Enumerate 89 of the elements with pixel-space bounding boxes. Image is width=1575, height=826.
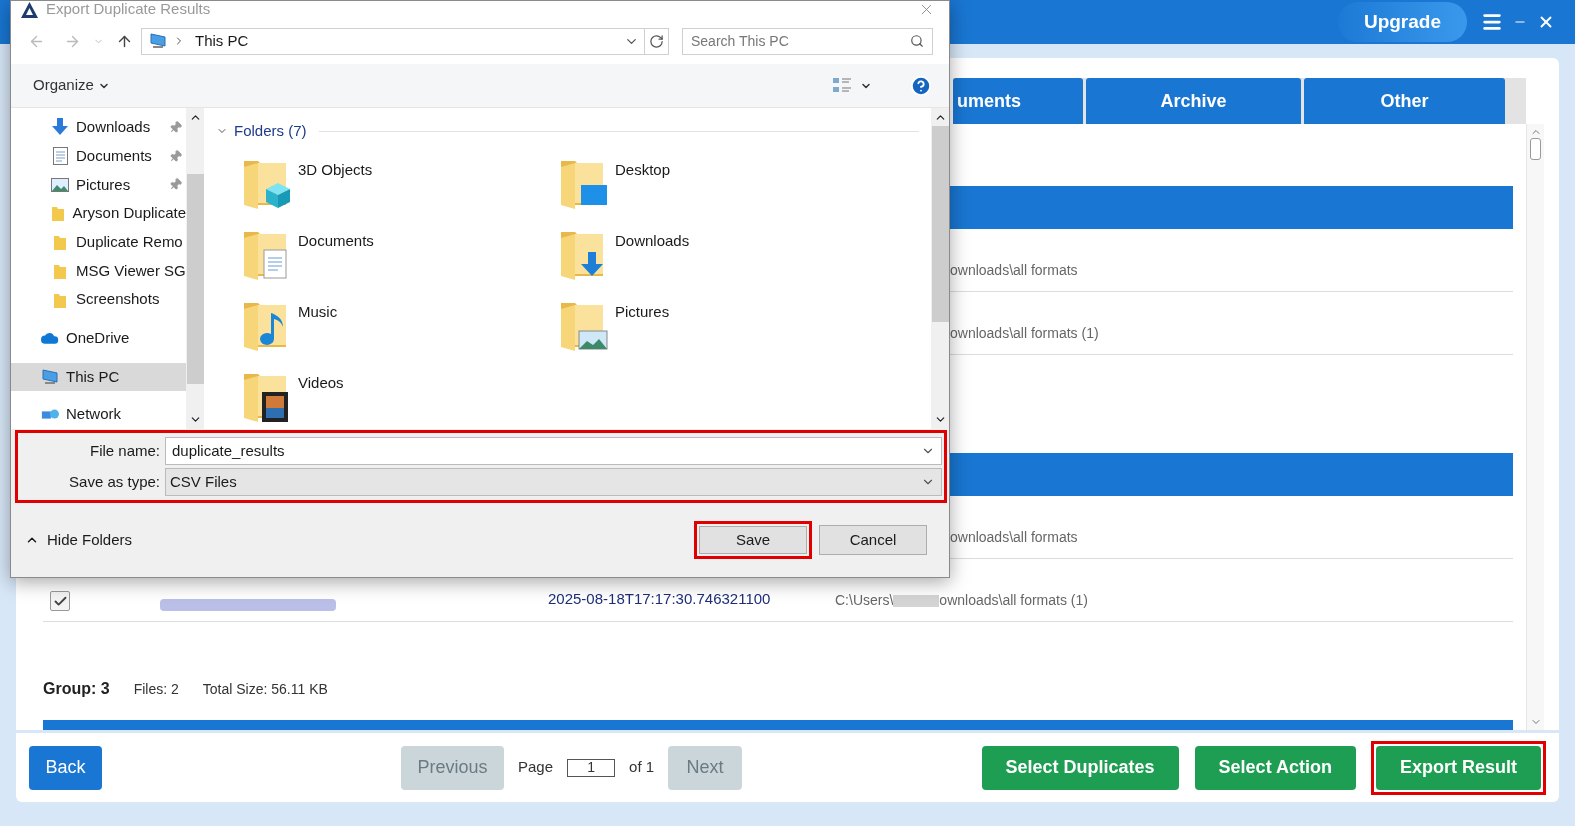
nav-item[interactable]: Screenshots bbox=[11, 285, 186, 314]
scrollbar-thumb[interactable] bbox=[931, 126, 949, 322]
page-label: Page bbox=[518, 757, 554, 778]
path-text: ownloads\all formats bbox=[950, 528, 1078, 547]
address-text: This PC bbox=[195, 30, 249, 51]
folder-name: Desktop bbox=[615, 159, 671, 180]
folder-item[interactable]: Desktop bbox=[559, 154, 671, 209]
nav-item[interactable]: Aryson Duplicate bbox=[11, 199, 186, 228]
folder-item[interactable]: Documents bbox=[242, 225, 374, 280]
folder-name: Videos bbox=[298, 372, 344, 393]
path-prefix: C:\Users\ bbox=[835, 591, 894, 610]
computer-icon bbox=[41, 368, 59, 385]
folder-icon bbox=[54, 262, 66, 279]
menu-icon[interactable] bbox=[1481, 11, 1503, 33]
nav-item[interactable]: Documents bbox=[11, 141, 186, 171]
download-arrow-icon bbox=[52, 118, 68, 137]
field-value: CSV Files bbox=[170, 471, 238, 492]
path-text: ownloads\all formats (1) bbox=[950, 324, 1099, 343]
nav-label: Screenshots bbox=[76, 289, 160, 310]
folder-item[interactable]: Downloads bbox=[559, 225, 690, 280]
search-icon bbox=[910, 34, 924, 48]
nav-label: This PC bbox=[66, 366, 120, 387]
nav-label: MSG Viewer SG bbox=[76, 260, 186, 281]
nav-label: Pictures bbox=[76, 174, 131, 195]
content-scrollbar[interactable] bbox=[931, 108, 949, 429]
dialog-button[interactable]: Save bbox=[694, 521, 812, 559]
nav-item[interactable]: Pictures bbox=[11, 170, 186, 200]
field-label: File name: bbox=[88, 440, 161, 461]
back-button[interactable]: Back bbox=[29, 745, 102, 790]
folder-icon bbox=[52, 205, 65, 222]
nav-item[interactable]: MSG Viewer SG bbox=[11, 256, 186, 286]
folder-name: Music bbox=[298, 301, 338, 322]
address-bar[interactable]: This PC bbox=[141, 27, 669, 55]
field-value: duplicate_results bbox=[172, 440, 286, 461]
path-text: ownloads\all formats (1) bbox=[939, 591, 1088, 610]
cloud-icon bbox=[41, 331, 59, 346]
row-checkbox[interactable] bbox=[50, 591, 70, 611]
group-total-size: Total Size: 56.11 KB bbox=[202, 679, 328, 699]
dialog-button[interactable]: Cancel bbox=[819, 525, 927, 555]
category-tab[interactable]: Archive bbox=[1086, 78, 1301, 124]
folder-name: Downloads bbox=[615, 230, 690, 251]
hide-folders-button[interactable]: Hide Folders bbox=[25, 528, 133, 552]
picture-icon bbox=[51, 177, 69, 192]
category-tab[interactable]: Other bbox=[1304, 78, 1505, 124]
page-total: of 1 bbox=[629, 757, 655, 778]
folder-name: 3D Objects bbox=[298, 159, 373, 180]
folder-item[interactable]: Pictures bbox=[559, 296, 670, 351]
page-number-field[interactable]: 1 bbox=[567, 758, 616, 777]
dialog-title: Export Duplicate Results bbox=[46, 0, 211, 20]
organize-button[interactable]: Organize bbox=[33, 74, 110, 97]
category-tab[interactable]: uments bbox=[953, 78, 1083, 124]
scrollbar-thumb[interactable] bbox=[186, 174, 204, 384]
help-icon[interactable] bbox=[910, 74, 932, 97]
document-icon bbox=[52, 147, 68, 166]
file-name-field[interactable]: duplicate_results bbox=[165, 437, 942, 465]
nav-label: Documents bbox=[76, 145, 152, 166]
folder-name: Documents bbox=[298, 230, 374, 251]
field-label: Save as type: bbox=[68, 471, 161, 492]
nav-item[interactable]: OneDrive bbox=[11, 323, 186, 353]
nav-item[interactable]: This PC bbox=[11, 362, 186, 392]
scrollbar-thumb[interactable] bbox=[1530, 138, 1541, 160]
nav-scrollbar[interactable] bbox=[186, 108, 204, 429]
network-icon bbox=[41, 407, 59, 422]
nav-item[interactable]: Duplicate Remo bbox=[11, 227, 186, 257]
computer-icon bbox=[149, 33, 167, 49]
search-field[interactable]: Search This PC bbox=[682, 27, 933, 55]
nav-item[interactable]: Downloads bbox=[11, 113, 186, 142]
folders-header: Folders (7) bbox=[234, 121, 307, 141]
view-options-icon[interactable] bbox=[832, 77, 852, 94]
group-label: Group: 3 bbox=[43, 679, 110, 699]
refresh-icon bbox=[649, 33, 664, 49]
nav-label: OneDrive bbox=[66, 328, 130, 348]
group-file-count: Files: 2 bbox=[133, 679, 179, 699]
nav-label: Duplicate Remo bbox=[76, 231, 183, 252]
path-text: ownloads\all formats bbox=[950, 261, 1078, 280]
nav-label: Downloads bbox=[76, 117, 151, 138]
nav-label: Aryson Duplicate bbox=[72, 203, 186, 224]
nav-label: Network bbox=[66, 404, 121, 425]
folder-icon bbox=[54, 234, 66, 251]
folder-item[interactable]: Music bbox=[242, 296, 338, 351]
folder-item[interactable]: 3D Objects bbox=[242, 154, 373, 209]
folder-item[interactable]: Videos bbox=[242, 367, 344, 422]
date-text: 2025-08-18T17:17:30.746321100 bbox=[548, 590, 771, 607]
upgrade-button[interactable]: Upgrade bbox=[1337, 2, 1467, 42]
folder-icon bbox=[54, 291, 66, 308]
nav-item[interactable]: Network bbox=[11, 400, 186, 429]
file-type-select[interactable]: CSV Files bbox=[165, 468, 942, 496]
search-input[interactable]: Search This PC bbox=[691, 30, 910, 52]
folder-name: Pictures bbox=[615, 301, 670, 322]
